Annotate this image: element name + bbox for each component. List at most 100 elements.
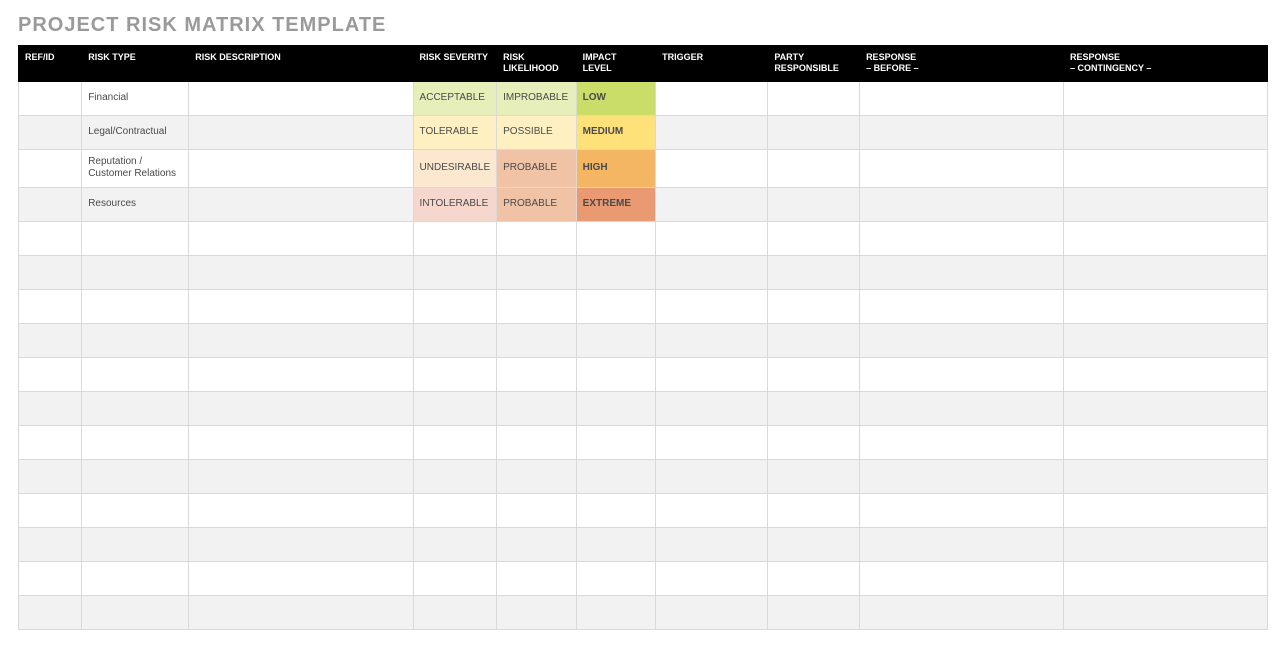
cell-ref[interactable] [19,289,82,323]
cell-trigger[interactable] [656,187,768,221]
cell-party[interactable] [768,527,860,561]
cell-trigger[interactable] [656,595,768,629]
cell-severity[interactable] [413,561,497,595]
cell-type[interactable] [82,459,189,493]
cell-ref[interactable] [19,357,82,391]
cell-ref[interactable] [19,595,82,629]
cell-likelihood[interactable] [497,459,577,493]
cell-likelihood[interactable]: IMPROBABLE [497,81,577,115]
cell-ref[interactable] [19,81,82,115]
cell-likelihood[interactable] [497,221,577,255]
cell-party[interactable] [768,115,860,149]
cell-ref[interactable] [19,149,82,187]
cell-contingency[interactable] [1063,561,1267,595]
cell-severity[interactable] [413,425,497,459]
cell-contingency[interactable] [1063,289,1267,323]
cell-impact[interactable]: MEDIUM [576,115,656,149]
cell-trigger[interactable] [656,149,768,187]
cell-type[interactable] [82,255,189,289]
cell-impact[interactable] [576,425,656,459]
cell-party[interactable] [768,289,860,323]
cell-type[interactable] [82,323,189,357]
cell-impact[interactable] [576,459,656,493]
cell-likelihood[interactable] [497,425,577,459]
cell-desc[interactable] [189,149,413,187]
cell-ref[interactable] [19,527,82,561]
cell-severity[interactable]: TOLERABLE [413,115,497,149]
cell-severity[interactable] [413,459,497,493]
cell-desc[interactable] [189,527,413,561]
cell-trigger[interactable] [656,459,768,493]
cell-contingency[interactable] [1063,357,1267,391]
cell-type[interactable]: Financial [82,81,189,115]
cell-contingency[interactable] [1063,493,1267,527]
cell-likelihood[interactable] [497,493,577,527]
cell-party[interactable] [768,493,860,527]
cell-before[interactable] [860,115,1064,149]
cell-desc[interactable] [189,561,413,595]
cell-before[interactable] [860,221,1064,255]
cell-before[interactable] [860,527,1064,561]
cell-type[interactable] [82,561,189,595]
cell-type[interactable] [82,221,189,255]
cell-desc[interactable] [189,289,413,323]
cell-likelihood[interactable] [497,357,577,391]
cell-trigger[interactable] [656,527,768,561]
cell-impact[interactable] [576,561,656,595]
cell-impact[interactable] [576,391,656,425]
cell-type[interactable] [82,357,189,391]
cell-desc[interactable] [189,81,413,115]
cell-contingency[interactable] [1063,425,1267,459]
cell-likelihood[interactable]: PROBABLE [497,149,577,187]
cell-impact[interactable] [576,289,656,323]
cell-desc[interactable] [189,221,413,255]
cell-desc[interactable] [189,115,413,149]
cell-desc[interactable] [189,357,413,391]
cell-type[interactable]: Reputation / Customer Relations [82,149,189,187]
cell-ref[interactable] [19,561,82,595]
cell-trigger[interactable] [656,289,768,323]
cell-impact[interactable] [576,221,656,255]
cell-desc[interactable] [189,187,413,221]
cell-desc[interactable] [189,255,413,289]
cell-before[interactable] [860,357,1064,391]
cell-before[interactable] [860,81,1064,115]
cell-likelihood[interactable] [497,561,577,595]
cell-severity[interactable] [413,493,497,527]
cell-impact[interactable] [576,255,656,289]
cell-desc[interactable] [189,459,413,493]
cell-before[interactable] [860,255,1064,289]
cell-party[interactable] [768,221,860,255]
cell-contingency[interactable] [1063,323,1267,357]
cell-severity[interactable]: INTOLERABLE [413,187,497,221]
cell-contingency[interactable] [1063,221,1267,255]
cell-desc[interactable] [189,391,413,425]
cell-ref[interactable] [19,221,82,255]
cell-party[interactable] [768,595,860,629]
cell-party[interactable] [768,561,860,595]
cell-ref[interactable] [19,493,82,527]
cell-type[interactable] [82,527,189,561]
cell-party[interactable] [768,255,860,289]
cell-party[interactable] [768,323,860,357]
cell-trigger[interactable] [656,115,768,149]
cell-before[interactable] [860,187,1064,221]
cell-contingency[interactable] [1063,187,1267,221]
cell-before[interactable] [860,595,1064,629]
cell-before[interactable] [860,289,1064,323]
cell-before[interactable] [860,459,1064,493]
cell-likelihood[interactable]: PROBABLE [497,187,577,221]
cell-impact[interactable]: HIGH [576,149,656,187]
cell-contingency[interactable] [1063,391,1267,425]
cell-likelihood[interactable] [497,323,577,357]
cell-ref[interactable] [19,255,82,289]
cell-type[interactable] [82,289,189,323]
cell-impact[interactable] [576,493,656,527]
cell-before[interactable] [860,425,1064,459]
cell-contingency[interactable] [1063,459,1267,493]
cell-severity[interactable] [413,323,497,357]
cell-trigger[interactable] [656,391,768,425]
cell-ref[interactable] [19,459,82,493]
cell-trigger[interactable] [656,221,768,255]
cell-likelihood[interactable] [497,595,577,629]
